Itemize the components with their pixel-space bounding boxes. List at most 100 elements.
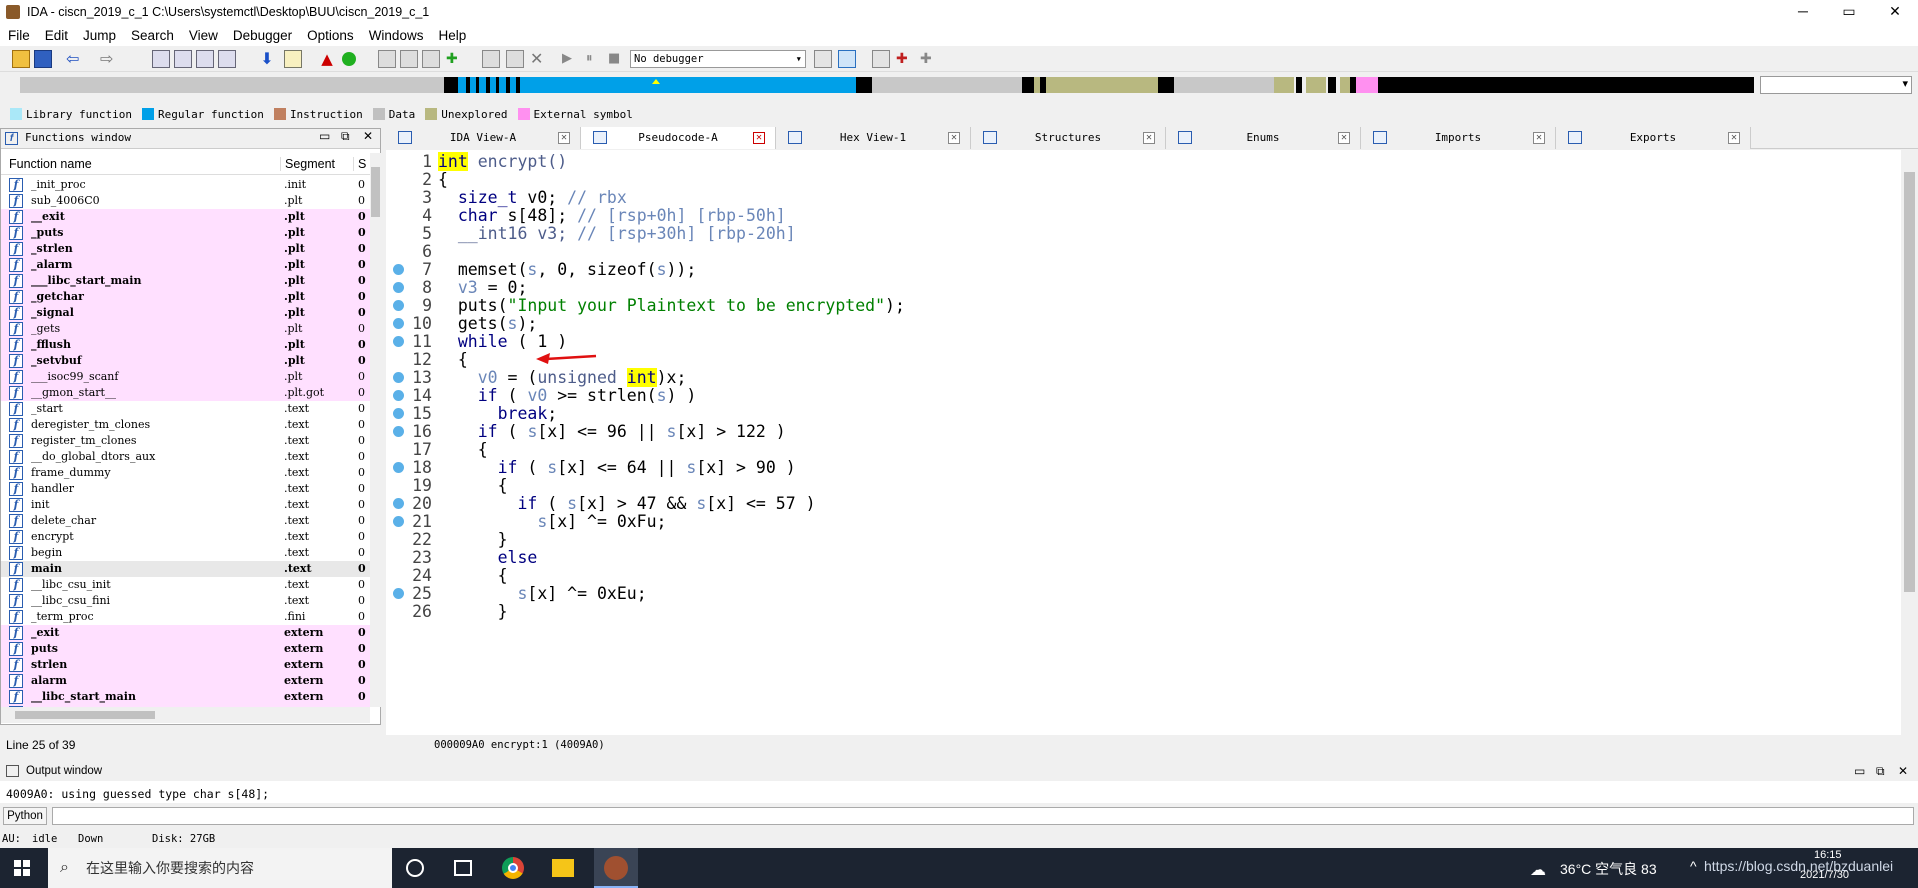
function-row[interactable]: f _fflush .plt 0 — [1, 337, 370, 353]
stop-icon[interactable]: ■ — [608, 50, 626, 68]
function-row[interactable]: f __libc_csu_fini .text 0 — [1, 593, 370, 609]
code-line[interactable]: { — [438, 350, 468, 369]
function-row[interactable]: f __exit .plt 0 — [1, 209, 370, 225]
close-icon[interactable]: ✕ — [948, 132, 960, 144]
text-search-icon[interactable] — [196, 50, 214, 68]
pseudocode-view[interactable]: 1 2 3 4 5 6 7 8 9 10 11 12 13 14 15 16 17 18 19 20 21 22 23 24 2… — [386, 150, 1903, 735]
close-icon[interactable]: ✕ — [1533, 132, 1545, 144]
function-row[interactable]: f _alarm .plt 0 — [1, 257, 370, 273]
back-arrow-icon[interactable]: ⇦ — [66, 50, 84, 68]
close-icon[interactable]: ✕ — [363, 129, 373, 143]
tab-exports[interactable]: Exports ✕ — [1556, 127, 1751, 149]
function-row[interactable]: f init .text 0 — [1, 497, 370, 513]
file-explorer-icon[interactable] — [552, 859, 574, 877]
code-line[interactable]: gets(s); — [438, 314, 538, 333]
code-line[interactable]: char s[48]; // [rsp+0h] [rbp-50h] — [438, 206, 786, 225]
code-line[interactable]: { — [438, 440, 488, 459]
function-row[interactable]: f deregister_tm_clones .text 0 — [1, 417, 370, 433]
close-button[interactable]: ✕ — [1872, 0, 1918, 24]
tab-hex-view-1[interactable]: Hex View-1 ✕ — [776, 127, 971, 149]
code-line[interactable]: puts("Input your Plaintext to be encrypt… — [438, 296, 905, 315]
code-line[interactable]: size_t v0; // rbx — [438, 188, 627, 207]
function-row[interactable]: f ___libc_start_main .plt 0 — [1, 273, 370, 289]
col-function-name[interactable]: Function name — [9, 157, 92, 171]
function-row[interactable]: f handler .text 0 — [1, 481, 370, 497]
function-row[interactable]: f _start .text 0 — [1, 401, 370, 417]
code-line[interactable]: if ( s[x] > 47 && s[x] <= 57 ) — [438, 494, 815, 513]
function-row[interactable]: f puts extern 0 — [1, 641, 370, 657]
function-row[interactable]: f _gets .plt 0 — [1, 321, 370, 337]
patch-icon[interactable] — [482, 50, 500, 68]
menu-debugger[interactable]: Debugger — [225, 28, 299, 43]
float-icon[interactable]: ⧉ — [1876, 762, 1885, 780]
function-row[interactable]: f __do_global_dtors_aux .text 0 — [1, 449, 370, 465]
tab-pseudocode-a[interactable]: Pseudocode-A ✕ — [581, 127, 776, 149]
download-arrow-icon[interactable]: ⬇ — [258, 50, 276, 68]
graph-icon[interactable] — [506, 50, 524, 68]
binary-search-icon[interactable] — [218, 50, 236, 68]
close-icon[interactable]: ✕ — [1728, 132, 1740, 144]
function-row[interactable]: f frame_dummy .text 0 — [1, 465, 370, 481]
col-s[interactable]: S — [353, 157, 366, 171]
delete-breakpoint-icon[interactable]: ✚ — [920, 50, 938, 68]
function-row[interactable]: f _exit extern 0 — [1, 625, 370, 641]
function-row[interactable]: f _signal .plt 0 — [1, 305, 370, 321]
maximize-button[interactable]: ▭ — [1826, 0, 1872, 24]
function-row[interactable]: f ___isoc99_scanf .plt 0 — [1, 369, 370, 385]
function-row[interactable]: f __gmon_start__ .plt.got 0 — [1, 385, 370, 401]
command-input[interactable] — [52, 807, 1914, 825]
code-line[interactable]: break; — [438, 404, 558, 423]
function-row[interactable]: f strlen extern 0 — [1, 657, 370, 673]
hscroll-thumb[interactable] — [15, 711, 155, 719]
binary-icon[interactable] — [152, 50, 170, 68]
code-line[interactable]: int encrypt() — [438, 152, 567, 171]
navigation-band-bar[interactable] — [10, 74, 1910, 98]
col-segment[interactable]: Segment — [280, 157, 335, 171]
red-a-icon[interactable]: ▲ — [318, 50, 336, 68]
function-row[interactable]: f _setvbuf .plt 0 — [1, 353, 370, 369]
function-row[interactable]: f _term_proc .fini 0 — [1, 609, 370, 625]
tab-enums[interactable]: Enums ✕ — [1166, 127, 1361, 149]
scroll-thumb[interactable] — [1904, 172, 1915, 592]
float-icon[interactable]: ⧉ — [341, 129, 350, 144]
function-row[interactable]: f _strlen .plt 0 — [1, 241, 370, 257]
struct-icon[interactable] — [400, 50, 418, 68]
function-row[interactable]: f delete_char .text 0 — [1, 513, 370, 529]
code-line[interactable]: } — [438, 530, 508, 549]
close-icon[interactable]: ✕ — [1898, 762, 1908, 780]
tab-structures[interactable]: Structures ✕ — [971, 127, 1166, 149]
add-breakpoint-icon[interactable]: ✚ — [896, 50, 914, 68]
code-line[interactable]: { — [438, 566, 508, 585]
play-icon[interactable]: ▶ — [562, 50, 580, 68]
code-line[interactable]: s[x] ^= 0xFu; — [438, 512, 666, 531]
menu-file[interactable]: File — [0, 28, 37, 43]
code-line[interactable]: v0 = (unsigned int)x; — [438, 368, 686, 387]
code-line[interactable]: else — [438, 548, 538, 567]
pause-icon[interactable]: ⏸ — [586, 50, 604, 68]
task-view-icon[interactable] — [454, 860, 472, 876]
nav-band-dropdown[interactable]: ▾ — [1760, 76, 1912, 94]
functions-vscrollbar[interactable] — [370, 153, 381, 707]
close-icon[interactable]: ✕ — [558, 132, 570, 144]
enum-icon[interactable] — [422, 50, 440, 68]
clock-date[interactable]: 2021/7/30 — [1800, 869, 1849, 881]
save-icon[interactable] — [34, 50, 52, 68]
chevron-up-icon[interactable]: ^ — [1690, 858, 1697, 874]
code-line[interactable]: while ( 1 ) — [438, 332, 567, 351]
function-row[interactable]: f _puts .plt 0 — [1, 225, 370, 241]
cortana-icon[interactable] — [406, 859, 424, 877]
chrome-icon[interactable] — [502, 857, 524, 879]
code-line[interactable]: if ( s[x] <= 64 || s[x] > 90 ) — [438, 458, 796, 477]
attach-icon[interactable] — [838, 50, 856, 68]
code-vscrollbar[interactable] — [1901, 150, 1918, 735]
tab-ida-view-a[interactable]: IDA View-A ✕ — [386, 127, 581, 149]
scroll-thumb[interactable] — [371, 167, 380, 217]
green-circle-icon[interactable] — [342, 52, 356, 66]
tab-imports[interactable]: Imports ✕ — [1361, 127, 1556, 149]
ida-taskbar-button[interactable] — [594, 848, 638, 888]
taskbar-search-box[interactable]: ⌕ 在这里输入你要搜索的内容 — [48, 848, 392, 888]
menu-options[interactable]: Options — [299, 28, 361, 43]
restore-icon[interactable]: ▭ — [319, 129, 330, 143]
function-row[interactable]: f encrypt .text 0 — [1, 529, 370, 545]
code-line[interactable]: if ( v0 >= strlen(s) ) — [438, 386, 697, 405]
